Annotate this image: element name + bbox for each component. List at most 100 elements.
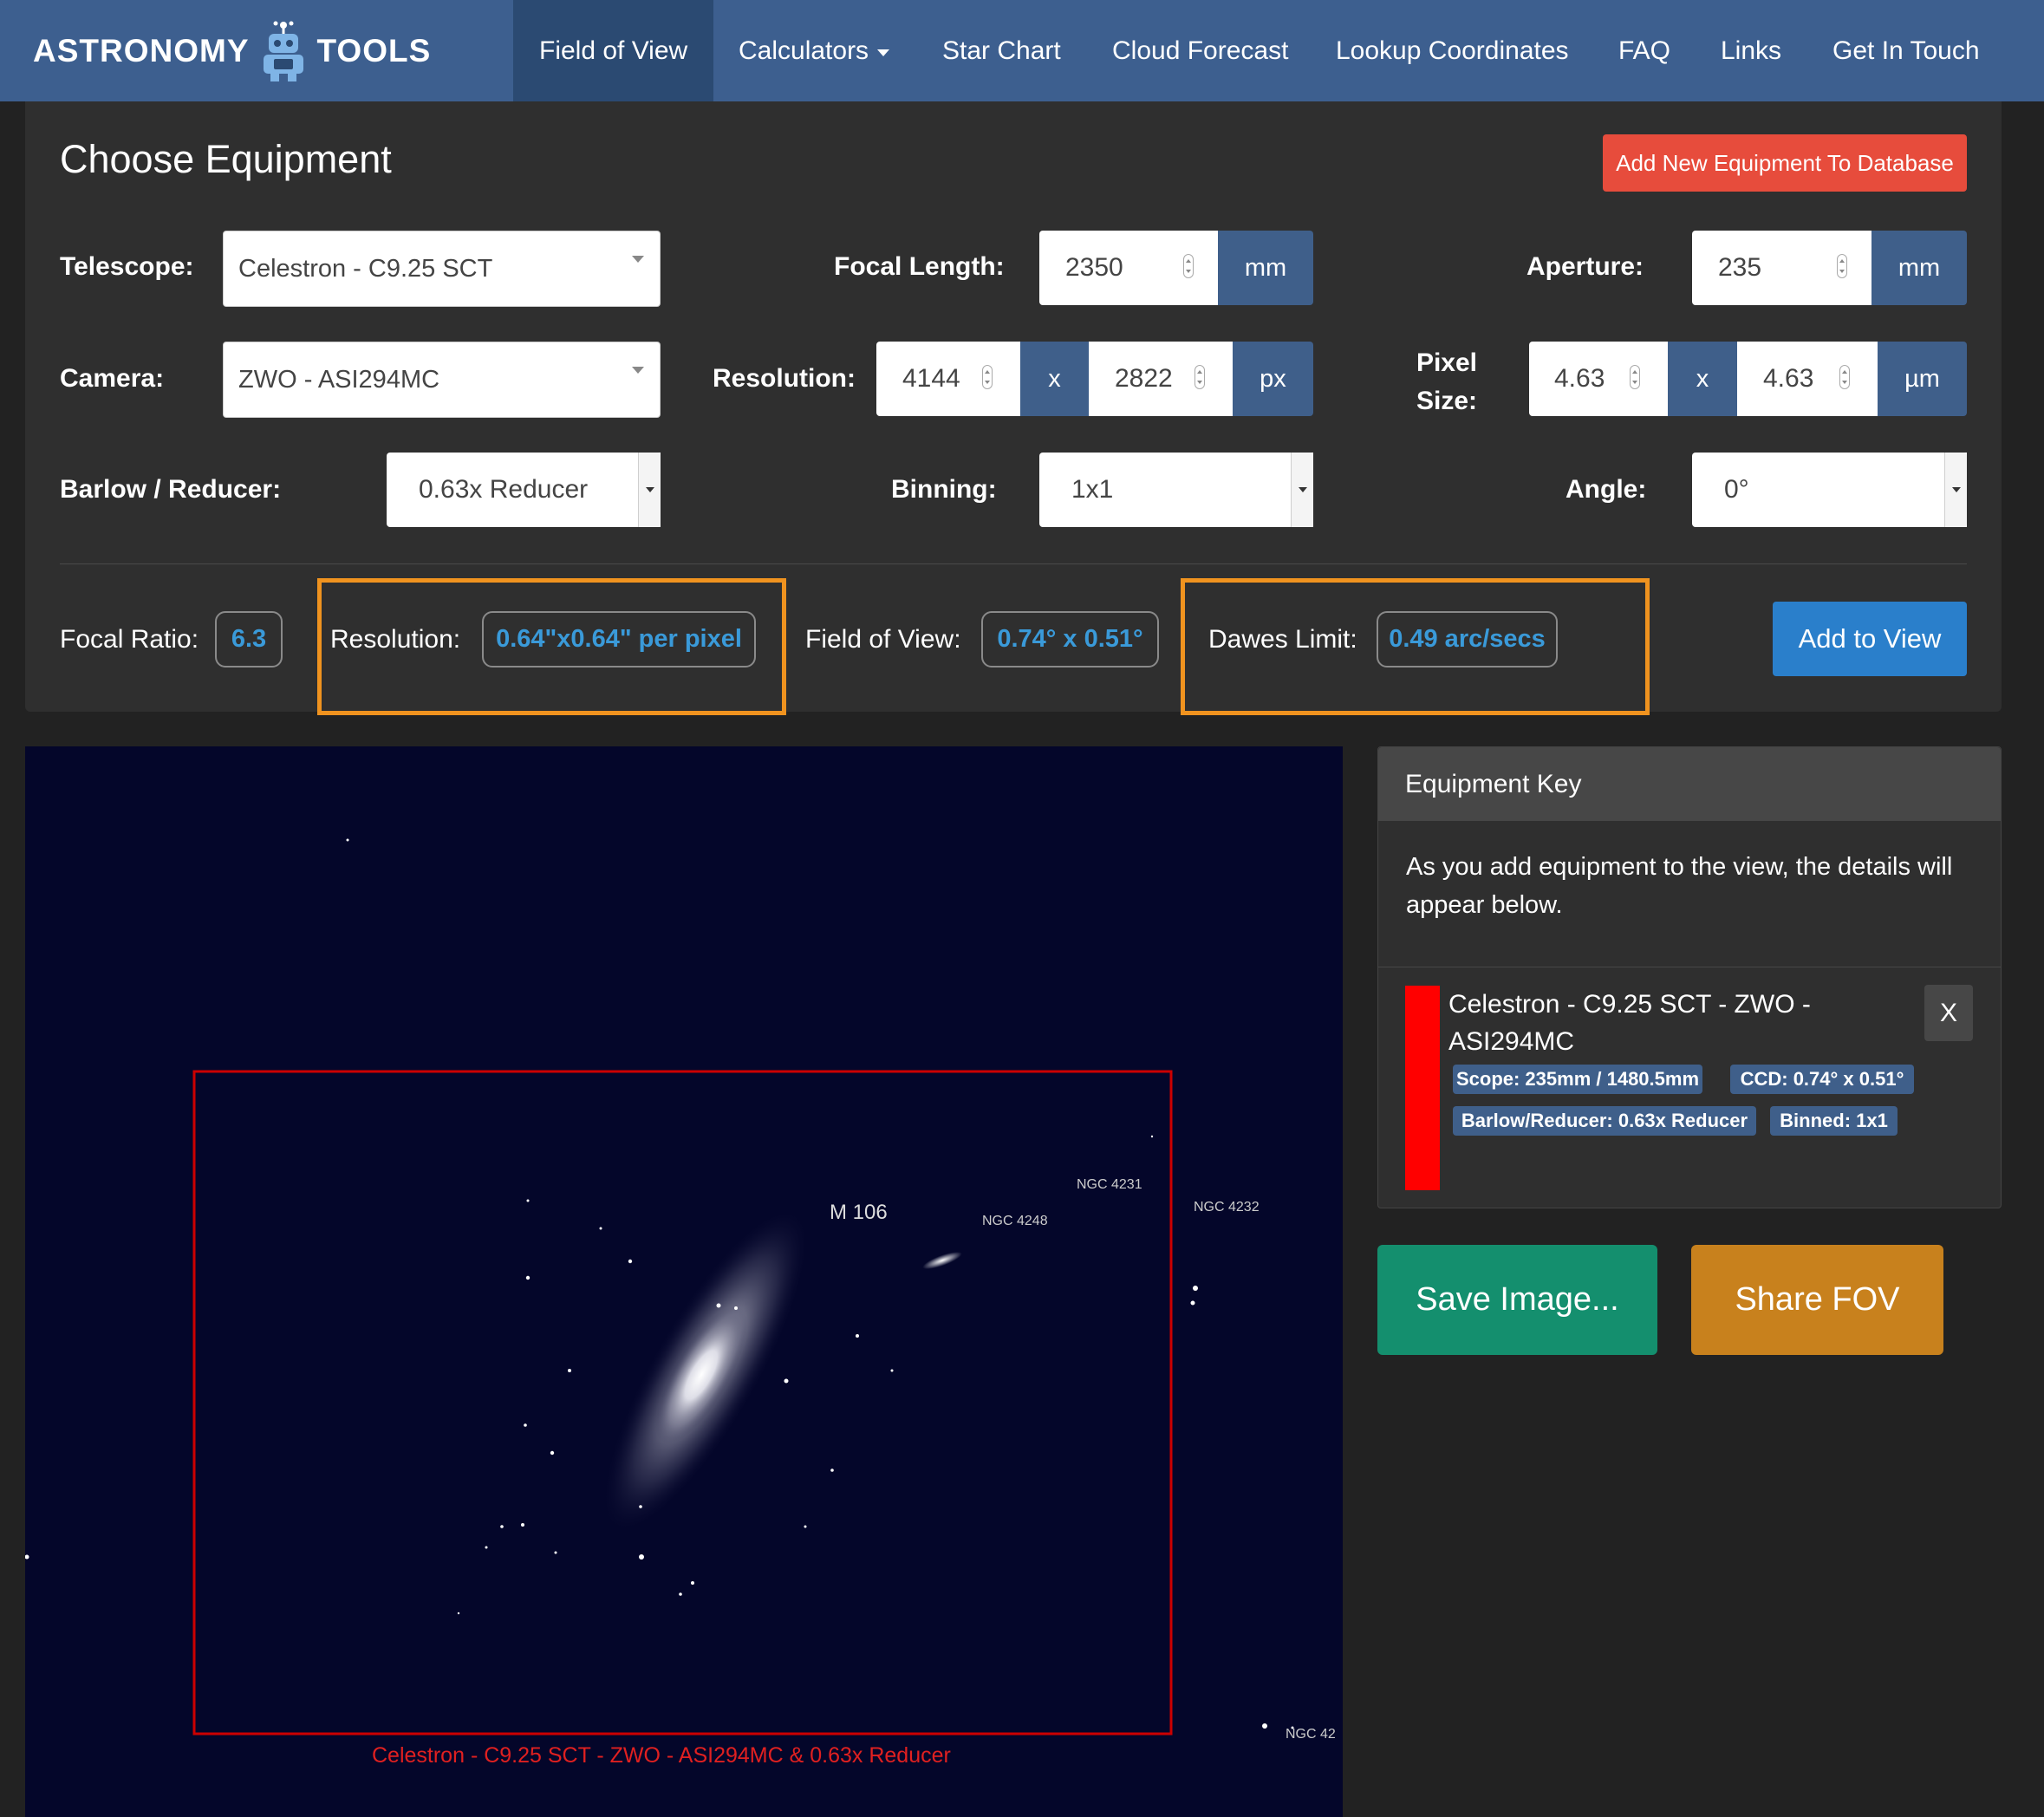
- nav-field-of-view[interactable]: Field of View: [513, 0, 714, 101]
- tag-barlow: Barlow/Reducer: 0.63x Reducer: [1453, 1106, 1756, 1136]
- nav-links[interactable]: Links: [1721, 0, 1781, 101]
- chevron-down-icon: [632, 256, 644, 263]
- label-m106: M 106: [830, 1201, 888, 1224]
- nav-label: Calculators: [739, 36, 869, 65]
- focal-length-label: Focal Length:: [834, 252, 1005, 281]
- resolution-y-value: 2822: [1115, 364, 1173, 393]
- telescope-select[interactable]: Celestron - C9.25 SCT: [223, 231, 661, 307]
- panel-divider: [60, 563, 1967, 564]
- nav-label: Links: [1721, 36, 1782, 65]
- pixel-size-label-line-2: Size:: [1416, 387, 1477, 415]
- telescope-label: Telescope:: [60, 252, 194, 281]
- dawes-limit-label: Dawes Limit:: [1208, 625, 1357, 654]
- panel-title: Choose Equipment: [60, 137, 392, 181]
- sky-view-canvas[interactable]: M 106 NGC 4231 NGC 4248 NGC 4232 NGC 42 …: [25, 746, 1343, 1817]
- barlow-select[interactable]: 0.63x Reducer: [387, 453, 661, 527]
- spinner-icon[interactable]: [1195, 365, 1205, 389]
- label-ngc-4248: NGC 4248: [982, 1214, 1048, 1228]
- barlow-label: Barlow / Reducer:: [60, 475, 282, 504]
- pixel-x-value: 4.63: [1554, 364, 1605, 393]
- sensor-resolution-label: Resolution:: [713, 364, 856, 393]
- equipment-key-title: Equipment Key: [1378, 747, 2001, 821]
- resolution-x-input[interactable]: 4144: [876, 342, 1020, 416]
- angle-value: 0°: [1724, 475, 1749, 504]
- add-new-equipment-button[interactable]: Add New Equipment To Database: [1603, 134, 1967, 192]
- logo-text-right: TOOLS: [316, 33, 432, 68]
- nav-faq[interactable]: FAQ: [1618, 0, 1670, 101]
- telescope-value: Celestron - C9.25 SCT: [238, 254, 493, 283]
- binning-select[interactable]: 1x1: [1039, 453, 1313, 527]
- resolution-x-value: 4144: [902, 364, 960, 393]
- navbar: ASTRONOMY TOOLS Field of View Calculator…: [0, 0, 2044, 101]
- angle-label: Angle:: [1566, 475, 1647, 504]
- logo-text-left: ASTRONOMY: [33, 33, 250, 68]
- pixel-size-label-line-1: Pixel: [1416, 348, 1477, 377]
- focal-ratio-badge: 6.3: [215, 611, 283, 668]
- aperture-label: Aperture:: [1526, 252, 1644, 281]
- focal-length-input[interactable]: 2350: [1039, 231, 1218, 305]
- pixel-y-input[interactable]: 4.63: [1737, 342, 1878, 416]
- nav-label: Lookup Coordinates: [1336, 36, 1569, 65]
- tag-scope: Scope: 235mm / 1480.5mm: [1453, 1065, 1702, 1094]
- nav-label: Cloud Forecast: [1112, 36, 1289, 65]
- caret-down-icon: [877, 49, 890, 56]
- angle-select[interactable]: 0°: [1692, 453, 1967, 527]
- galaxy-small: [922, 1252, 962, 1269]
- nav-star-chart[interactable]: Star Chart: [942, 0, 1061, 101]
- label-ngc-edge: NGC 42: [1286, 1727, 1336, 1742]
- spinner-icon[interactable]: [1630, 365, 1640, 389]
- focal-length-unit: mm: [1218, 231, 1313, 305]
- fov-badge: 0.74° x 0.51°: [981, 611, 1159, 668]
- robot-icon: [263, 21, 303, 81]
- spinner-icon[interactable]: [1837, 254, 1847, 278]
- stars: [25, 838, 1294, 1729]
- camera-value: ZWO - ASI294MC: [238, 365, 440, 394]
- equipment-key-description: As you add equipment to the view, the de…: [1406, 853, 1953, 919]
- dropdown-arrow-icon[interactable]: [638, 453, 661, 527]
- save-image-button[interactable]: Save Image...: [1377, 1245, 1657, 1355]
- camera-select[interactable]: ZWO - ASI294MC: [223, 342, 661, 418]
- site-logo[interactable]: ASTRONOMY TOOLS: [33, 17, 431, 85]
- nav-calculators[interactable]: Calculators: [739, 0, 890, 101]
- pixel-resolution-badge: 0.64"x0.64" per pixel: [482, 611, 756, 668]
- pixel-unit: µm: [1878, 342, 1967, 416]
- camera-label: Camera:: [60, 364, 165, 393]
- nav-label: Get In Touch: [1832, 36, 1980, 65]
- aperture-input[interactable]: 235: [1692, 231, 1871, 305]
- fov-frame-caption: Celestron - C9.25 SCT - ZWO - ASI294MC &…: [372, 1743, 951, 1768]
- share-fov-button[interactable]: Share FOV: [1691, 1245, 1943, 1355]
- focal-length-value: 2350: [1065, 253, 1123, 282]
- nav-get-in-touch[interactable]: Get In Touch: [1832, 0, 1980, 101]
- spinner-icon[interactable]: [982, 365, 993, 389]
- chevron-down-icon: [632, 367, 644, 374]
- dropdown-arrow-icon[interactable]: [1944, 453, 1967, 527]
- spinner-icon[interactable]: [1839, 365, 1850, 389]
- aperture-value: 235: [1718, 253, 1762, 282]
- focal-ratio-label: Focal Ratio:: [60, 625, 199, 654]
- spinner-icon[interactable]: [1183, 254, 1194, 278]
- dropdown-arrow-icon[interactable]: [1291, 453, 1313, 527]
- tag-binned: Binned: 1x1: [1770, 1106, 1898, 1136]
- barlow-value: 0.63x Reducer: [419, 475, 589, 504]
- nav-label: Field of View: [539, 36, 688, 65]
- nav-lookup-coordinates[interactable]: Lookup Coordinates: [1336, 0, 1569, 101]
- pixel-separator: x: [1668, 342, 1737, 416]
- resolution-y-input[interactable]: 2822: [1089, 342, 1233, 416]
- fov-label: Field of View:: [805, 625, 961, 654]
- label-ngc-4231: NGC 4231: [1077, 1177, 1142, 1192]
- label-ngc-4232: NGC 4232: [1194, 1200, 1260, 1215]
- pixel-resolution-label: Resolution:: [330, 625, 461, 654]
- equipment-color-swatch: [1405, 986, 1440, 1190]
- aperture-unit: mm: [1871, 231, 1967, 305]
- add-to-view-button[interactable]: Add to View: [1773, 602, 1967, 676]
- nav-label: FAQ: [1618, 36, 1671, 65]
- sky-image: M 106 NGC 4231 NGC 4248 NGC 4232 NGC 42 …: [25, 838, 1336, 1768]
- resolution-separator: x: [1020, 342, 1089, 416]
- nav-cloud-forecast[interactable]: Cloud Forecast: [1112, 0, 1288, 101]
- equipment-key-panel: Equipment Key As you add equipment to th…: [1377, 746, 2002, 1208]
- pixel-x-input[interactable]: 4.63: [1529, 342, 1668, 416]
- dawes-limit-badge: 0.49 arc/secs: [1377, 611, 1558, 668]
- binning-value: 1x1: [1071, 475, 1114, 504]
- pixel-y-value: 4.63: [1763, 364, 1814, 393]
- remove-equipment-button[interactable]: X: [1924, 985, 1973, 1041]
